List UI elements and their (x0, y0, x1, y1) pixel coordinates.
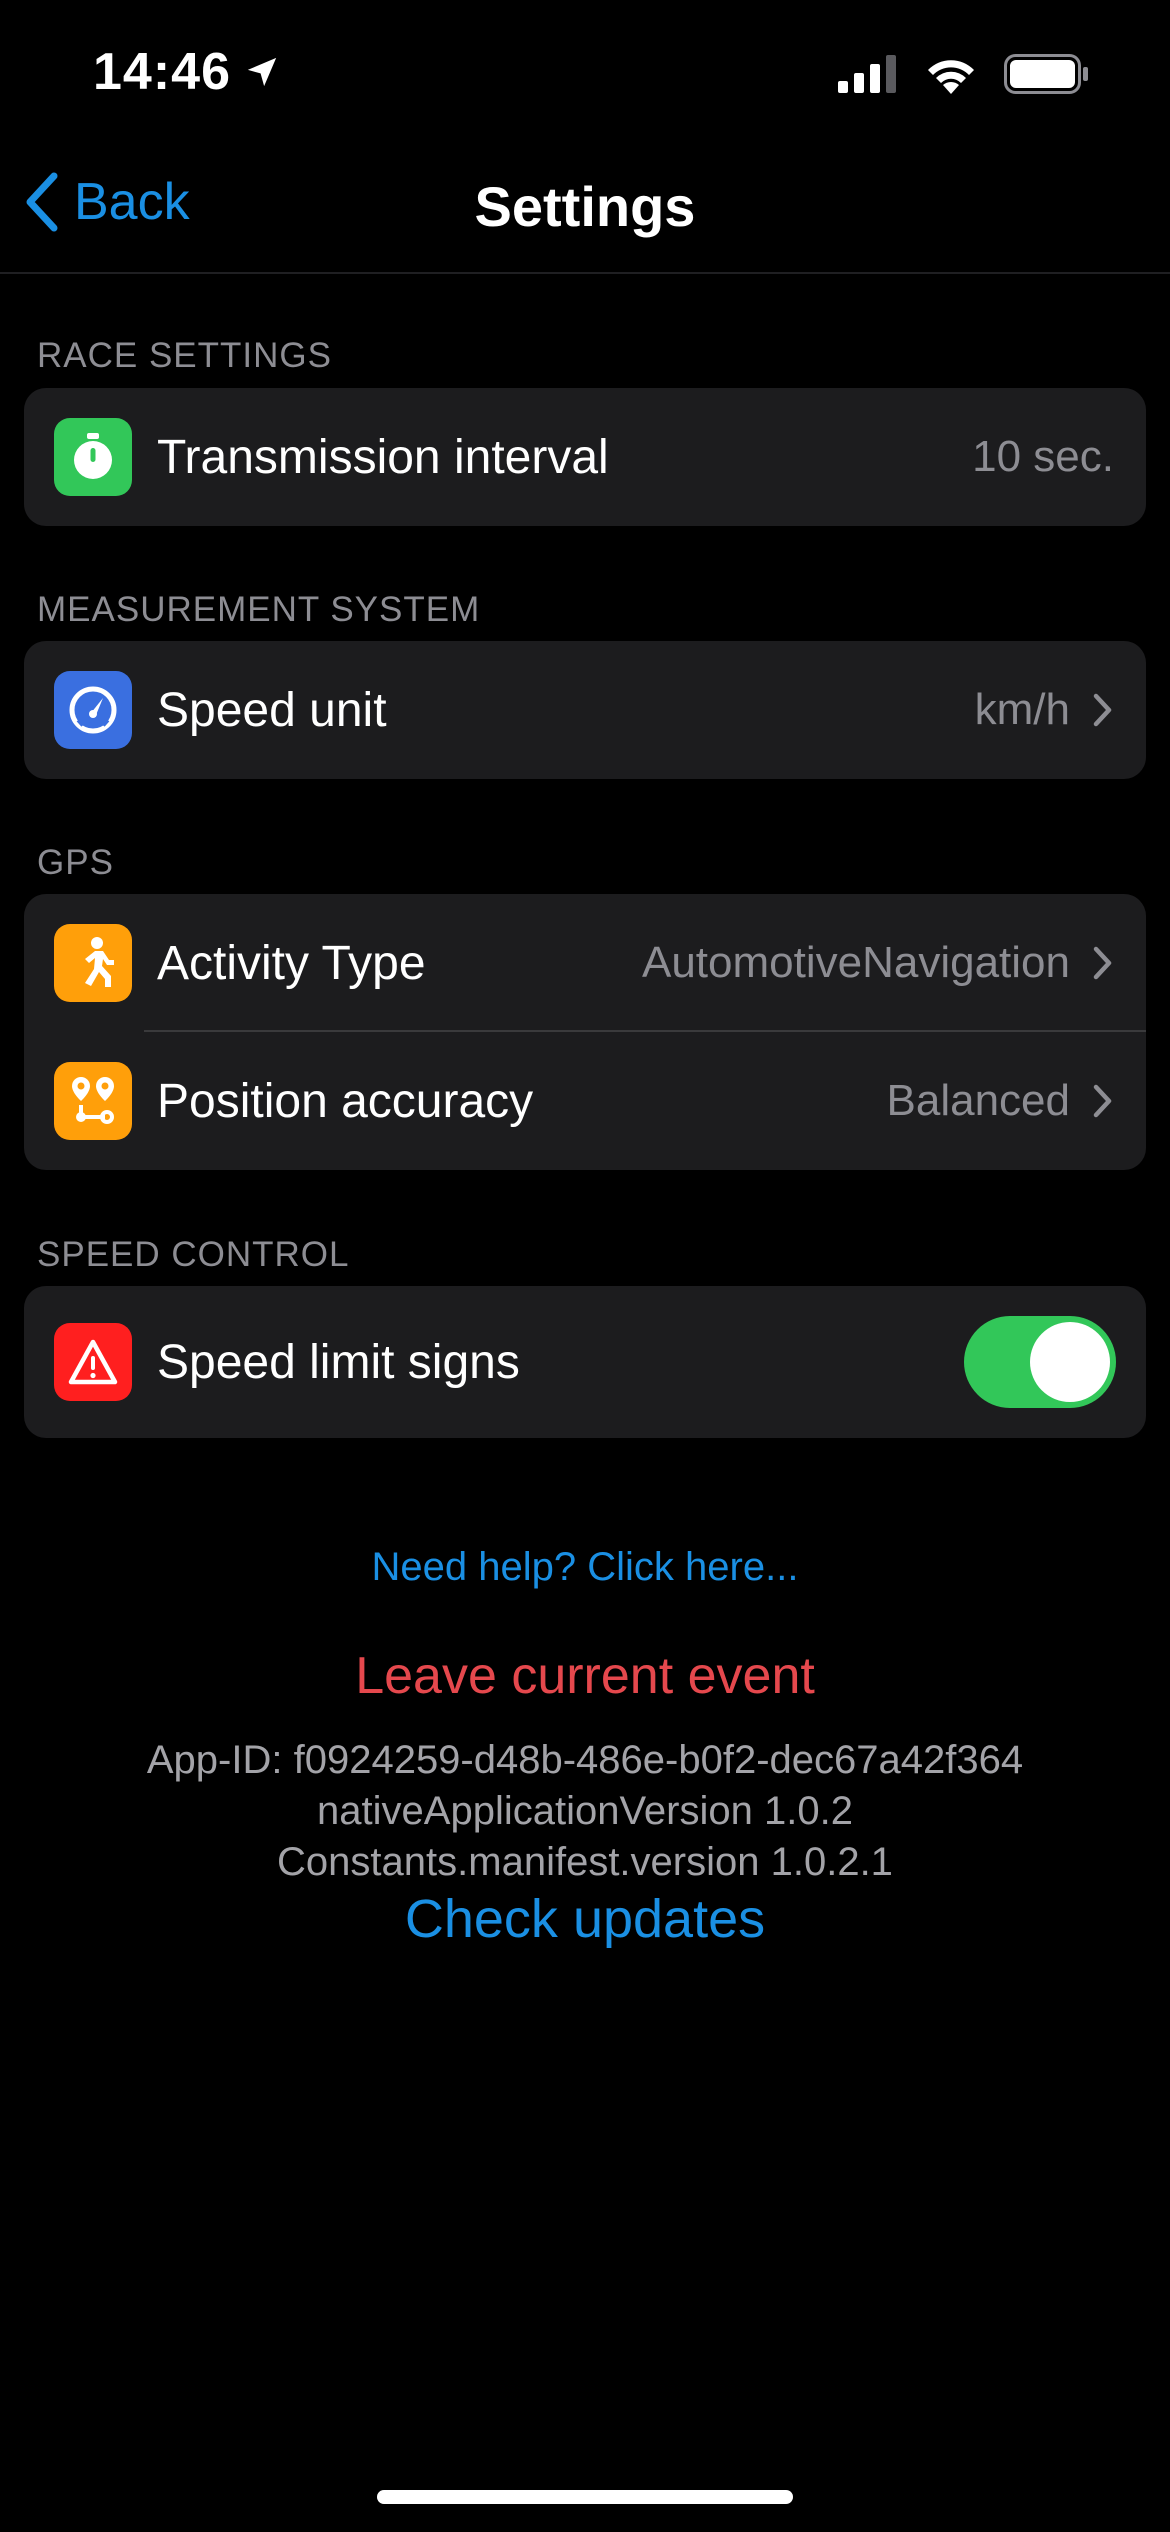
status-time-label: 14:46 (93, 43, 231, 101)
speed-unit-value: km/h (975, 685, 1114, 735)
group-speed-control: Speed limit signs (24, 1286, 1146, 1438)
position-accuracy-value: Balanced (887, 1076, 1114, 1126)
chevron-right-icon (1093, 693, 1112, 727)
group-gps: Activity Type AutomotiveNavigation Posit… (24, 894, 1146, 1170)
battery-icon (1004, 54, 1088, 94)
warning-triangle-icon (54, 1323, 132, 1401)
chevron-right-icon (1093, 1084, 1112, 1118)
speed-limit-signs-row: Speed limit signs (24, 1286, 1146, 1438)
stopwatch-icon (54, 418, 132, 496)
app-id-text: App-ID: f0924259-d48b-486e-b0f2-dec67a42… (146, 1738, 1024, 1782)
status-bar: 14:46 (0, 0, 1170, 150)
transmission-interval-row[interactable]: Transmission interval 10 sec. (24, 388, 1146, 526)
transmission-interval-label: Transmission interval (157, 430, 609, 484)
wifi-icon (928, 60, 974, 94)
home-indicator (377, 2490, 793, 2504)
chevron-right-icon (1093, 946, 1112, 980)
position-accuracy-row[interactable]: Position accuracy Balanced (24, 1032, 1146, 1170)
check-updates-button[interactable]: Check updates (0, 1888, 1170, 1950)
transmission-interval-value-text: 10 sec. (972, 432, 1114, 481)
manifest-version-text: Constants.manifest.version 1.0.2.1 (277, 1840, 893, 1884)
native-version-text: nativeApplicationVersion 1.0.2 (317, 1789, 853, 1833)
activity-type-row[interactable]: Activity Type AutomotiveNavigation (24, 894, 1146, 1032)
group-measurement-system: Speed unit km/h (24, 641, 1146, 779)
activity-type-value: AutomotiveNavigation (642, 938, 1114, 988)
speed-limit-signs-label: Speed limit signs (157, 1335, 520, 1389)
speed-limit-signs-toggle[interactable] (964, 1316, 1116, 1408)
position-accuracy-label: Position accuracy (157, 1074, 534, 1128)
help-link[interactable]: Need help? Click here... (0, 1545, 1170, 1590)
section-header-gps: GPS (37, 843, 114, 882)
cellular-signal-icon (838, 55, 896, 93)
group-race-settings: Transmission interval 10 sec. (24, 388, 1146, 526)
section-header-speed-control: SPEED CONTROL (37, 1235, 350, 1274)
status-time: 14:46 (93, 42, 279, 102)
section-header-race-settings: RACE SETTINGS (37, 336, 332, 375)
running-person-icon (54, 924, 132, 1002)
activity-type-label: Activity Type (157, 936, 426, 990)
page-title: Settings (474, 175, 696, 238)
navigation-bar: Back Settings (0, 150, 1170, 274)
status-indicators (838, 54, 1090, 94)
activity-type-value-text: AutomotiveNavigation (641, 938, 1070, 987)
speed-unit-value-text: km/h (974, 685, 1070, 734)
transmission-interval-value: 10 sec. (972, 432, 1114, 482)
toggle-knob (1030, 1322, 1110, 1402)
leave-event-button[interactable]: Leave current event (0, 1646, 1170, 1706)
position-accuracy-value-text: Balanced (886, 1076, 1070, 1125)
location-arrow-icon (247, 57, 277, 87)
speed-unit-row[interactable]: Speed unit km/h (24, 641, 1146, 779)
speedometer-icon (54, 671, 132, 749)
route-pins-icon (54, 1062, 132, 1140)
section-header-measurement-system: MEASUREMENT SYSTEM (37, 590, 481, 629)
speed-unit-label: Speed unit (157, 683, 387, 737)
